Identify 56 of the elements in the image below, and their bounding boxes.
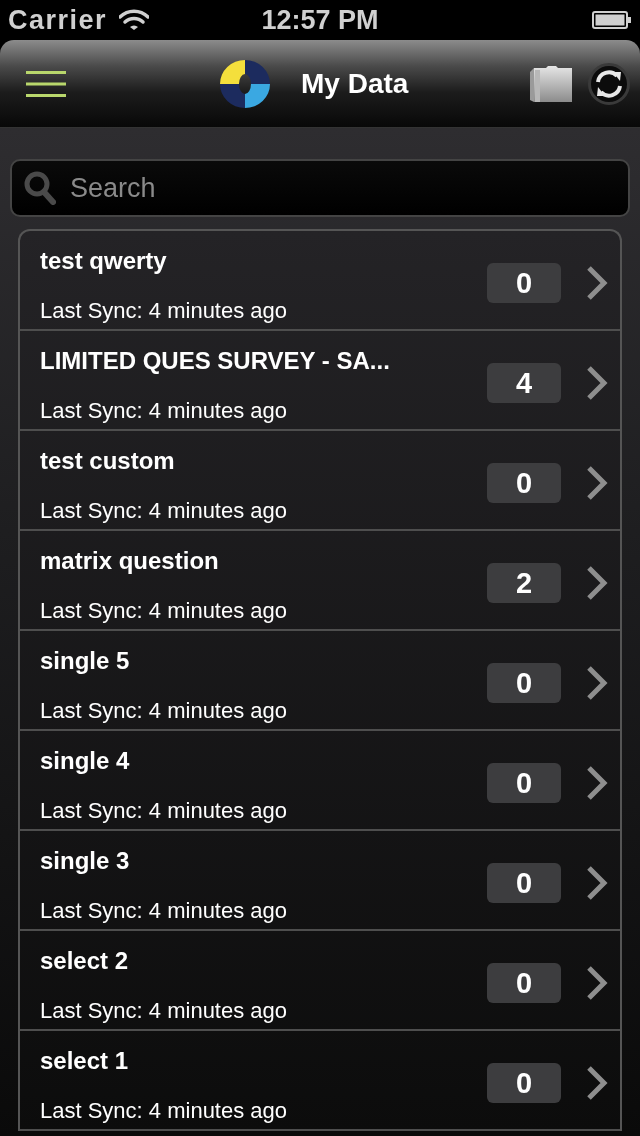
chevron-icon: [586, 965, 608, 1001]
last-sync-text: Last Sync: 4 minutes ago: [40, 398, 289, 424]
survey-title: single 5: [40, 647, 131, 675]
survey-row[interactable]: single 5 Last Sync: 4 minutes ago 0: [20, 631, 620, 731]
survey-row[interactable]: select 2 Last Sync: 4 minutes ago 0: [20, 931, 620, 1031]
last-sync-text: Last Sync: 4 minutes ago: [40, 598, 289, 624]
survey-row[interactable]: select 1 Last Sync: 4 minutes ago 0: [20, 1031, 620, 1131]
battery-icon: [592, 11, 632, 29]
chevron-icon: [586, 365, 608, 401]
survey-title: test custom: [40, 447, 176, 475]
survey-row[interactable]: matrix question Last Sync: 4 minutes ago 2: [20, 531, 620, 631]
status-time: 12:57 PM: [261, 4, 379, 36]
last-sync-text: Last Sync: 4 minutes ago: [40, 498, 289, 524]
chevron-icon: [586, 465, 608, 501]
chevron-icon: [586, 765, 608, 801]
last-sync-text: Last Sync: 4 minutes ago: [40, 898, 289, 924]
count-badge: 0: [487, 863, 561, 903]
survey-title: select 2: [40, 947, 130, 975]
survey-row[interactable]: LIMITED QUES SURVEY - SA... Last Sync: 4 minutes ago 4: [20, 331, 620, 431]
chevron-icon: [586, 665, 608, 701]
survey-row[interactable]: single 4 Last Sync: 4 minutes ago 0: [20, 731, 620, 831]
survey-row[interactable]: single 3 Last Sync: 4 minutes ago 0: [20, 831, 620, 931]
survey-title: LIMITED QUES SURVEY - SA...: [40, 347, 391, 375]
survey-title: matrix question: [40, 547, 220, 575]
count-badge: 0: [487, 663, 561, 703]
chevron-icon: [586, 565, 608, 601]
logo-icon: [220, 60, 270, 108]
last-sync-text: Last Sync: 4 minutes ago: [40, 698, 289, 724]
refresh-icon[interactable]: [588, 62, 630, 105]
count-badge: 0: [487, 963, 561, 1003]
survey-title: test qwerty: [40, 247, 168, 275]
last-sync-text: Last Sync: 4 minutes ago: [40, 798, 289, 824]
last-sync-text: Last Sync: 4 minutes ago: [40, 1098, 289, 1124]
survey-row[interactable]: test qwerty Last Sync: 4 minutes ago 0: [20, 231, 620, 331]
count-badge: 0: [487, 1063, 561, 1103]
survey-title: single 3: [40, 847, 131, 875]
wifi-icon: [119, 9, 150, 31]
folder-icon[interactable]: [530, 65, 572, 102]
last-sync-text: Last Sync: 4 minutes ago: [40, 998, 289, 1024]
count-badge: 4: [487, 363, 561, 403]
screen-title: My Data: [301, 68, 409, 100]
chevron-icon: [586, 265, 608, 301]
chevron-icon: [586, 865, 608, 901]
count-badge: 2: [487, 563, 561, 603]
count-badge: 0: [487, 263, 561, 303]
last-sync-text: Last Sync: 4 minutes ago: [40, 298, 289, 324]
count-badge: 0: [487, 463, 561, 503]
count-badge: 0: [487, 763, 561, 803]
search-field[interactable]: Search: [10, 159, 630, 217]
carrier-label: Carrier: [8, 4, 108, 36]
search-icon: [24, 171, 56, 205]
chevron-icon: [586, 1065, 608, 1101]
survey-row[interactable]: test custom Last Sync: 4 minutes ago 0: [20, 431, 620, 531]
survey-title: select 1: [40, 1047, 130, 1075]
survey-title: single 4: [40, 747, 131, 775]
menu-icon[interactable]: [26, 69, 66, 98]
